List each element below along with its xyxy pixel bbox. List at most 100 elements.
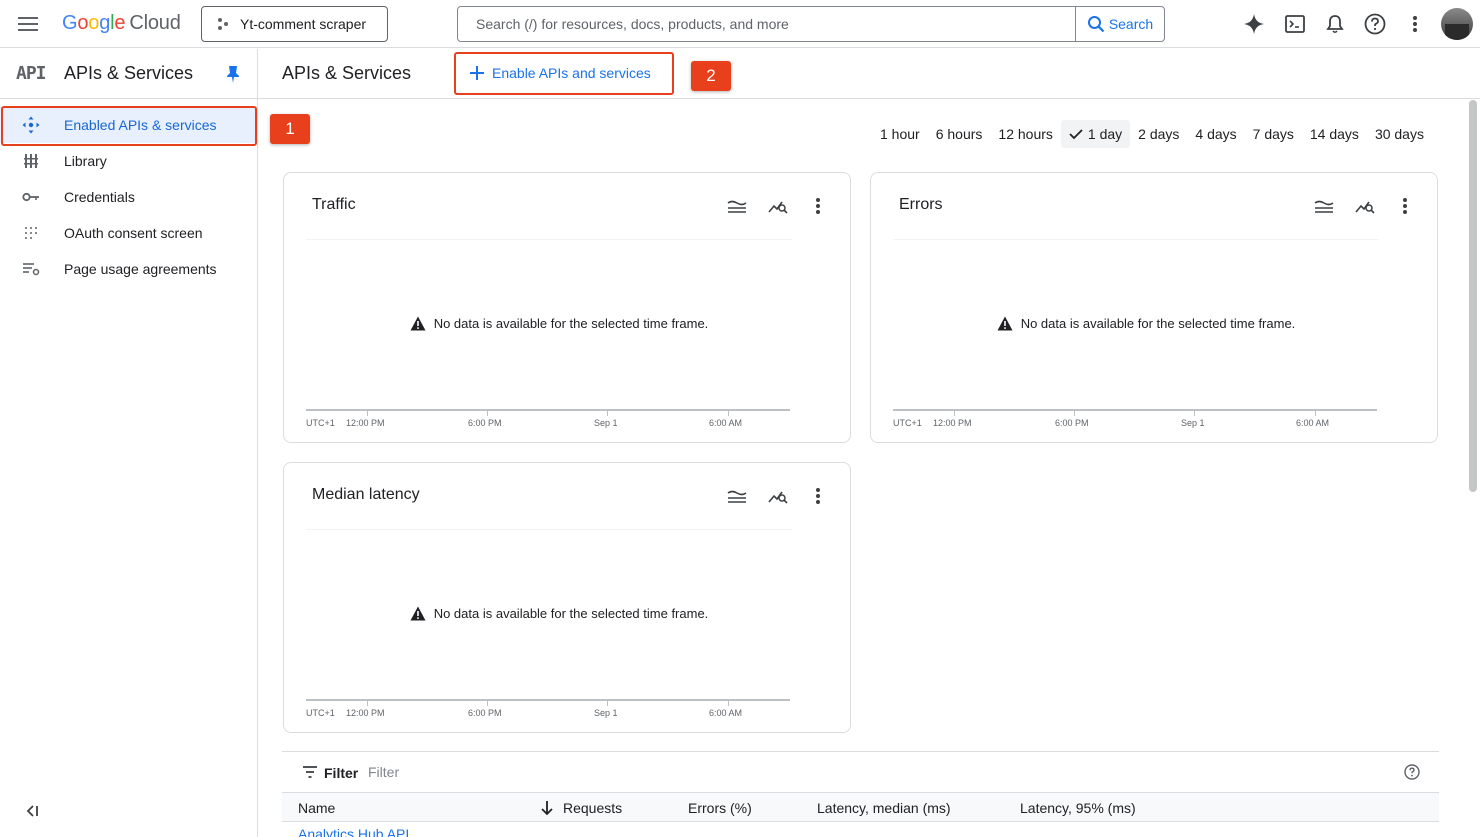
sidebar-item-oauth[interactable]: OAuth consent screen — [0, 215, 257, 251]
no-data-text: No data is available for the selected ti… — [433, 606, 709, 621]
time-chip-1d[interactable]: 1 day — [1060, 120, 1131, 148]
avatar[interactable] — [1441, 8, 1473, 40]
card-more-vert-icon[interactable] — [807, 485, 829, 507]
logo-letter: e — [114, 12, 126, 34]
page-title: APIs & Services — [282, 63, 412, 83]
card-more-vert-icon[interactable] — [807, 195, 829, 217]
menu-icon[interactable] — [16, 12, 40, 36]
axis-tick-label: 6:00 PM — [1055, 418, 1089, 428]
table-filter-bar: Filter — [282, 751, 1439, 792]
time-chip-14d[interactable]: 14 days — [1302, 120, 1367, 148]
sidebar-item-credentials[interactable]: Credentials — [0, 179, 257, 215]
card-divider — [306, 239, 792, 240]
logo-letter: o — [88, 12, 100, 34]
axis-tick — [728, 701, 729, 706]
cloud-shell-icon[interactable] — [1283, 12, 1307, 36]
axis-tick-label: Sep 1 — [1181, 418, 1205, 428]
enable-apis-button[interactable]: Enable APIs and services — [458, 55, 670, 91]
axis-tick-label: 6:00 PM — [468, 418, 502, 428]
column-header-latency-median[interactable]: Latency, median (ms) — [817, 800, 951, 816]
card-more-vert-icon[interactable] — [1394, 195, 1416, 217]
filter-input[interactable] — [368, 761, 668, 783]
scrollbar[interactable] — [1469, 100, 1477, 492]
axis-tick-label: 6:00 AM — [709, 418, 743, 428]
warning-icon — [410, 606, 426, 621]
check-icon — [1069, 129, 1083, 140]
api-name-link[interactable]: Analytics Hub API — [298, 826, 409, 837]
axis-tick-label: Sep 1 — [594, 418, 618, 428]
column-header-name[interactable]: Name — [298, 800, 335, 816]
project-name: Yt-comment scraper — [240, 16, 367, 32]
sidebar: API APIs & Services Enabled APIs & servi… — [0, 49, 258, 837]
project-picker-button[interactable]: Yt-comment scraper — [201, 6, 388, 42]
filter-label: Filter — [324, 765, 359, 781]
explore-chart-icon[interactable] — [767, 485, 789, 507]
notifications-icon[interactable] — [1323, 12, 1347, 36]
sidebar-item-label: Library — [64, 153, 107, 169]
axis-tick-label: 6:00 AM — [1296, 418, 1330, 428]
legend-toggle-icon[interactable] — [726, 195, 748, 217]
time-chip-12h[interactable]: 12 hours — [990, 120, 1060, 148]
time-range-selector: 1 hour 6 hours 12 hours 1 day 2 days 4 d… — [872, 120, 1432, 148]
axis-tick — [607, 411, 608, 416]
search-button-label: Search — [1108, 16, 1154, 32]
axis-tick — [1194, 411, 1195, 416]
callout-badge-2: 2 — [691, 61, 731, 91]
no-data-message: No data is available for the selected ti… — [871, 316, 1421, 331]
sidebar-title: APIs & Services — [64, 63, 194, 83]
time-chip-2d[interactable]: 2 days — [1130, 120, 1187, 148]
axis-tick — [728, 411, 729, 416]
sidebar-item-enabled-apis[interactable]: Enabled APIs & services — [0, 107, 257, 143]
time-chip-1h[interactable]: 1 hour — [872, 120, 928, 148]
axis-tick-label: 12:00 PM — [346, 708, 385, 718]
no-data-text: No data is available for the selected ti… — [1020, 316, 1296, 331]
axis-tick — [367, 701, 368, 706]
sidebar-item-library[interactable]: Library — [0, 143, 257, 179]
explore-chart-icon[interactable] — [767, 195, 789, 217]
logo-cloud-text: Cloud — [129, 12, 181, 34]
chart-title: Errors — [899, 196, 943, 213]
project-icon — [218, 18, 228, 30]
more-vert-icon[interactable] — [1403, 12, 1427, 36]
time-chip-7d[interactable]: 7 days — [1245, 120, 1302, 148]
sidebar-item-label: Credentials — [64, 189, 135, 205]
card-divider — [893, 239, 1379, 240]
sidebar-item-label: Page usage agreements — [64, 261, 217, 277]
search-icon — [1087, 16, 1105, 33]
legend-toggle-icon[interactable] — [726, 485, 748, 507]
column-header-requests[interactable]: Requests — [563, 800, 622, 816]
sort-descending-icon[interactable] — [540, 800, 554, 816]
search-button[interactable]: Search — [1075, 7, 1164, 41]
legend-toggle-icon[interactable] — [1313, 195, 1335, 217]
filter-icon[interactable] — [302, 765, 318, 779]
help-icon[interactable] — [1363, 12, 1387, 36]
sidebar-item-page-usage[interactable]: Page usage agreements — [0, 251, 257, 287]
gemini-sparkle-icon[interactable] — [1242, 12, 1266, 36]
plus-icon — [470, 66, 484, 80]
column-header-errors[interactable]: Errors (%) — [688, 800, 752, 816]
table-help-icon[interactable] — [1404, 764, 1420, 780]
x-axis-line — [306, 409, 790, 411]
logo-letter: G — [62, 12, 78, 34]
key-icon — [22, 188, 40, 206]
collapse-sidebar-icon[interactable] — [24, 803, 40, 819]
sidebar-item-label: OAuth consent screen — [64, 225, 203, 241]
explore-chart-icon[interactable] — [1354, 195, 1376, 217]
time-chip-label: 1 day — [1087, 126, 1123, 142]
x-axis-line — [893, 409, 1377, 411]
time-chip-4d[interactable]: 4 days — [1187, 120, 1244, 148]
axis-tick — [487, 411, 488, 416]
column-header-latency-95[interactable]: Latency, 95% (ms) — [1020, 800, 1136, 816]
search-input[interactable] — [458, 7, 1075, 41]
pin-icon[interactable] — [224, 64, 242, 84]
google-cloud-logo[interactable]: Google Cloud — [62, 12, 181, 35]
axis-tick — [487, 701, 488, 706]
axis-tick-label: 12:00 PM — [346, 418, 385, 428]
card-divider — [306, 529, 792, 530]
time-chip-30d[interactable]: 30 days — [1367, 120, 1432, 148]
callout-badge-1: 1 — [270, 114, 310, 144]
time-chip-6h[interactable]: 6 hours — [928, 120, 991, 148]
axis-tick — [1074, 411, 1075, 416]
table-header: Name Requests Errors (%) Latency, median… — [282, 792, 1439, 822]
axis-timezone-label: UTC+1 — [306, 708, 335, 718]
